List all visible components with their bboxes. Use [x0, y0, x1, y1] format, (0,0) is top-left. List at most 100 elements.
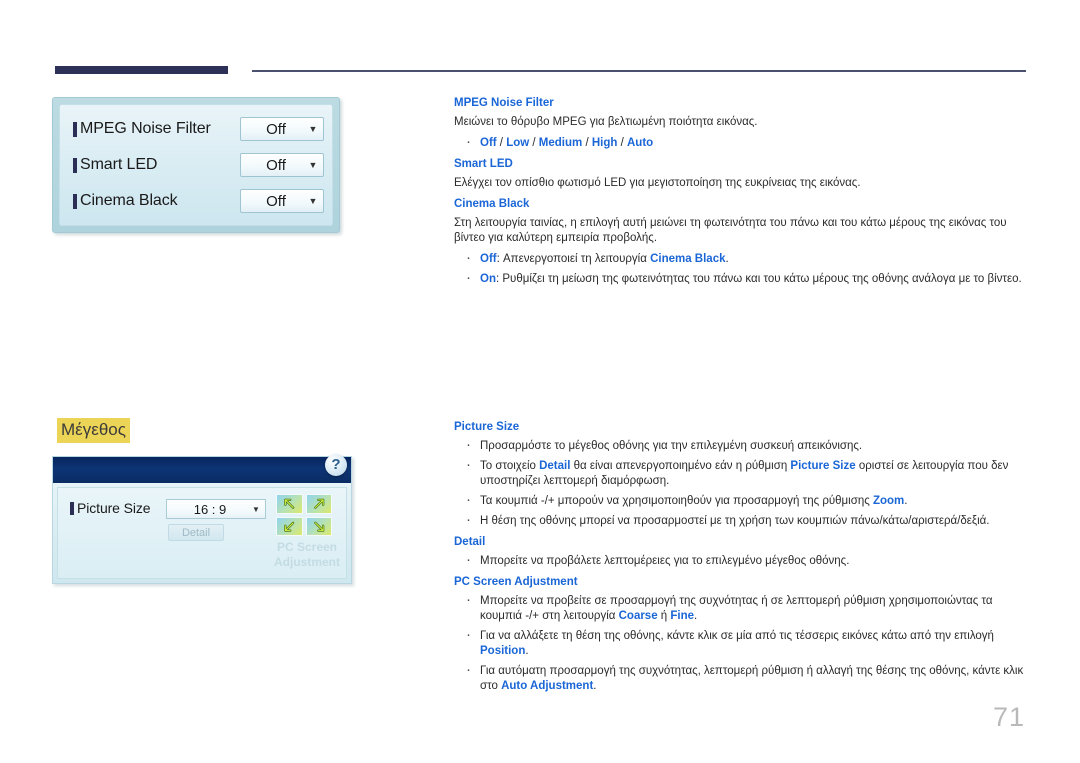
list-item: Off / Low / Medium / High / Auto	[454, 134, 1026, 151]
list-item: Off: Απενεργοποιεί τη λειτουργία Cinema …	[454, 250, 1026, 267]
pcsa-bullet-1-pre: Μπορείτε να προβείτε σε προσαρμογή της σ…	[480, 595, 993, 622]
option-on-text: : Ρυθμίζει τη μείωση της φωτεινότητας το…	[495, 273, 1022, 285]
keyword-coarse: Coarse	[618, 610, 658, 622]
option-separator: /	[496, 137, 507, 149]
keyword-position: Position	[480, 645, 526, 657]
picture-size-bullet-2-pre: Το στοιχείο	[480, 460, 540, 472]
list-item: Η θέση της οθόνης μπορεί να προσαρμοστεί…	[454, 512, 1026, 529]
menu-row-mpeg-noise-filter[interactable]: MPEG Noise Filter Off ▼	[60, 111, 332, 147]
options-list-mpeg-noise-filter: Off / Low / Medium / High / Auto	[454, 134, 1026, 151]
list-item: Το στοιχείο Detail θα είναι απενεργοποιη…	[454, 457, 1026, 489]
row-bullet-marker-icon	[73, 157, 77, 173]
options-list-cinema-black: Off: Απενεργοποιεί τη λειτουργία Cinema …	[454, 250, 1026, 287]
menu-row-cinema-black[interactable]: Cinema Black Off ▼	[60, 183, 332, 219]
heading-mpeg-noise-filter: MPEG Noise Filter	[454, 97, 554, 109]
option-medium: Medium	[538, 137, 583, 149]
detail-bullet-1: Μπορείτε να προβάλετε λεπτομέρειες για τ…	[480, 555, 850, 567]
picture-size-bullet-3-end: .	[904, 495, 908, 507]
picture-size-bullet-1: Προσαρμόστε το μέγεθος οθόνης για την επ…	[480, 440, 863, 452]
keyword-zoom: Zoom	[872, 495, 905, 507]
cinema-black-dropdown[interactable]: Off ▼	[240, 189, 324, 213]
bottom-text-column: Picture Size Προσαρμόστε το μέγεθος οθόν…	[454, 420, 1026, 700]
position-grid[interactable]	[276, 494, 332, 536]
list-item: Τα κουμπιά -/+ μπορούν να χρησιμοποιηθού…	[454, 492, 1026, 509]
heading-detail: Detail	[454, 536, 486, 548]
picture-size-bullet-2-mid: θα είναι απενεργοποιημένο εάν η ρύθμιση	[570, 460, 791, 472]
arrow-down-right-icon	[313, 521, 324, 532]
pcsa-bullet-2-end: .	[525, 645, 529, 657]
option-off-period: .	[725, 253, 729, 265]
picture-size-dropdown[interactable]: 16 : 9 ▼	[166, 499, 266, 519]
option-separator: /	[582, 137, 592, 149]
picture-size-label: Picture Size	[77, 500, 151, 516]
arrow-up-left-icon	[284, 498, 295, 509]
option-on: On	[480, 273, 496, 285]
window-body: Picture Size 16 : 9 ▼ Detail PC Screen A…	[53, 483, 351, 583]
option-off-text: : Απενεργοποιεί τη λειτουργία	[496, 253, 651, 265]
list-item: Προσαρμόστε το μέγεθος οθόνης για την επ…	[454, 437, 1026, 454]
heading-smart-led: Smart LED	[454, 158, 513, 170]
option-auto: Auto	[627, 137, 654, 149]
detail-button[interactable]: Detail	[168, 524, 224, 541]
arrow-up-right-icon	[313, 498, 324, 509]
menu-row-label: MPEG Noise Filter	[80, 120, 211, 137]
row-bullet-marker-icon	[73, 121, 77, 137]
keyword-detail: Detail	[539, 460, 571, 472]
option-off: Off	[480, 137, 497, 149]
text-smart-led: Ελέγχει τον οπίσθιο φωτισμό LED για μεγι…	[454, 177, 861, 189]
arrow-down-left-icon	[284, 521, 295, 532]
list-item: Μπορείτε να προβείτε σε προσαρμογή της σ…	[454, 592, 1026, 624]
help-icon[interactable]: ?	[325, 454, 347, 476]
dropdown-value: Off	[266, 192, 286, 210]
menu-row-label: Smart LED	[80, 156, 158, 173]
option-low: Low	[506, 137, 530, 149]
chevron-down-icon: ▼	[308, 123, 318, 134]
picture-size-panel: Picture Size 16 : 9 ▼ Detail PC Screen A…	[57, 487, 347, 579]
mpeg-noise-filter-dropdown[interactable]: Off ▼	[240, 117, 324, 141]
position-cell-top-right[interactable]	[305, 494, 332, 514]
bullets-pc-screen-adjustment: Μπορείτε να προβείτε σε προσαρμογή της σ…	[454, 592, 1026, 694]
list-item: On: Ρυθμίζει τη μείωση της φωτεινότητας …	[454, 270, 1026, 287]
position-cell-bottom-left[interactable]	[276, 516, 303, 536]
pc-screen-label-line2: Adjustment	[274, 555, 340, 569]
top-text-column: MPEG Noise Filter Μειώνει το θόρυβο MPEG…	[454, 96, 1026, 293]
heading-cinema-black: Cinema Black	[454, 198, 530, 210]
list-item: Για να αλλάξετε τη θέση της οθόνης, κάντ…	[454, 627, 1026, 659]
picture-size-row: Picture Size	[68, 500, 151, 516]
picture-menu-mockup: MPEG Noise Filter Off ▼ Smart LED Off ▼ …	[52, 97, 340, 233]
option-separator: /	[529, 137, 539, 149]
left-illustration-column: MPEG Noise Filter Off ▼ Smart LED Off ▼ …	[0, 0, 440, 763]
dropdown-value: Off	[266, 120, 286, 138]
option-off: Off	[480, 253, 497, 265]
pcsa-bullet-3-end: .	[593, 680, 597, 692]
smart-led-dropdown[interactable]: Off ▼	[240, 153, 324, 177]
row-bullet-marker-icon	[73, 193, 77, 209]
keyword-picture-size: Picture Size	[790, 460, 856, 472]
list-item: Μπορείτε να προβάλετε λεπτομέρειες για τ…	[454, 552, 1026, 569]
chevron-down-icon: ▼	[252, 504, 260, 514]
text-cinema-black: Στη λειτουργία ταινίας, η επιλογή αυτή μ…	[454, 217, 1007, 244]
picture-size-bullet-4: Η θέση της οθόνης μπορεί να προσαρμοστεί…	[480, 515, 990, 527]
row-bullet-marker-icon	[70, 501, 74, 515]
section-heading-megethos: Μέγεθος	[57, 418, 130, 443]
pc-screen-adjustment-label: PC Screen Adjustment	[264, 540, 350, 570]
position-cell-bottom-right[interactable]	[305, 516, 332, 536]
text-mpeg-noise-filter: Μειώνει το θόρυβο MPEG για βελτιωμένη πο…	[454, 116, 758, 128]
picture-size-bullet-3-pre: Τα κουμπιά -/+ μπορούν να χρησιμοποιηθού…	[480, 495, 873, 507]
chevron-down-icon: ▼	[308, 159, 318, 170]
position-cell-top-left[interactable]	[276, 494, 303, 514]
keyword-auto-adjustment: Auto Adjustment	[501, 680, 594, 692]
dropdown-value: Off	[266, 156, 286, 174]
pcsa-bullet-1-mid: ή	[657, 610, 671, 622]
option-separator: /	[617, 137, 627, 149]
list-item: Για αυτόματη προσαρμογή της συχνότητας, …	[454, 662, 1026, 694]
pcsa-bullet-1-end: .	[694, 610, 698, 622]
keyword-cinema-black: Cinema Black	[650, 253, 726, 265]
dropdown-value: 16 : 9	[193, 501, 227, 517]
bullets-picture-size: Προσαρμόστε το μέγεθος οθόνης για την επ…	[454, 437, 1026, 529]
option-high: High	[591, 137, 618, 149]
pc-screen-label-line1: PC Screen	[276, 540, 338, 554]
menu-row-smart-led[interactable]: Smart LED Off ▼	[60, 147, 332, 183]
menu-row-label: Cinema Black	[80, 192, 178, 209]
keyword-fine: Fine	[670, 610, 695, 622]
